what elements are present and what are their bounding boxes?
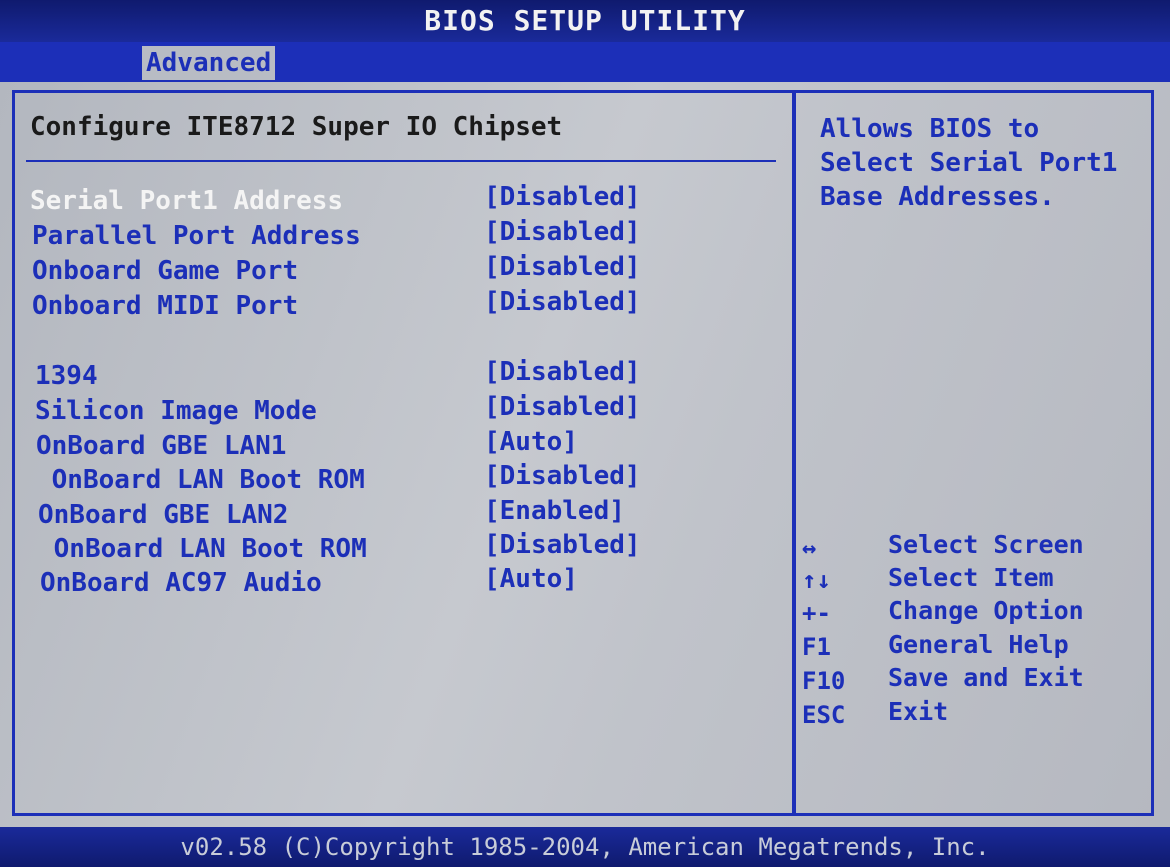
setting-value-onboard-lan2-boot-rom[interactable]: [Disabled] [484,530,641,560]
key-desc-select-item: Select Item [888,563,1054,592]
setting-value-serial-port1-address[interactable]: [Disabled] [484,182,641,212]
panel-divider [792,92,796,814]
key-desc-save-and-exit: Save and Exit [888,663,1084,692]
setting-value-1394[interactable]: [Disabled] [484,357,641,387]
plus-minus-key: +- [802,599,831,627]
f1-key: F1 [802,633,831,661]
section-divider [26,160,776,162]
help-text: Allows BIOS to Select Serial Port1 Base … [820,114,1118,212]
setting-onboard-game-port[interactable]: Onboard Game Port [32,256,298,286]
setting-1394[interactable]: 1394 [35,361,98,391]
setting-onboard-midi-port[interactable]: Onboard MIDI Port [32,291,298,321]
up-down-arrow-icon: ↑↓ [802,566,831,594]
setting-onboard-ac97-audio[interactable]: OnBoard AC97 Audio [40,568,322,598]
setting-value-silicon-image-mode[interactable]: [Disabled] [484,392,641,422]
key-desc-general-help: General Help [888,630,1069,659]
setting-parallel-port-address[interactable]: Parallel Port Address [32,221,361,251]
f10-key: F10 [802,667,846,695]
section-title: Configure ITE8712 Super IO Chipset [30,112,563,142]
setting-silicon-image-mode[interactable]: Silicon Image Mode [35,396,317,426]
setting-value-onboard-gbe-lan1[interactable]: [Auto] [484,427,578,457]
setting-serial-port1-address[interactable]: Serial Port1 Address [30,186,343,216]
setting-value-parallel-port-address[interactable]: [Disabled] [484,217,641,247]
setting-onboard-gbe-lan2[interactable]: OnBoard GBE LAN2 [38,500,288,530]
tab-advanced[interactable]: Advanced [142,46,276,80]
left-right-arrow-icon: ↔ [802,534,817,562]
bios-screen: BIOS SETUP UTILITY Advanced Configure IT… [0,0,1170,867]
key-desc-change-option: Change Option [888,596,1084,625]
setting-onboard-lan2-boot-rom[interactable]: OnBoard LAN Boot ROM [38,534,367,564]
setting-value-onboard-gbe-lan2[interactable]: [Enabled] [484,496,625,526]
setting-onboard-gbe-lan1[interactable]: OnBoard GBE LAN1 [36,431,286,461]
setting-value-onboard-ac97-audio[interactable]: [Auto] [484,564,578,594]
setting-value-onboard-lan1-boot-rom[interactable]: [Disabled] [484,461,641,491]
setting-value-onboard-game-port[interactable]: [Disabled] [484,252,641,282]
window-title: BIOS SETUP UTILITY [0,0,1170,42]
esc-key: ESC [802,701,846,729]
key-desc-exit: Exit [888,697,949,726]
tab-strip: Advanced [0,42,1170,82]
key-desc-select-screen: Select Screen [888,530,1084,559]
setting-value-onboard-midi-port[interactable]: [Disabled] [484,287,641,317]
footer-copyright: v02.58 (C)Copyright 1985-2004, American … [0,827,1170,867]
setting-onboard-lan1-boot-rom[interactable]: OnBoard LAN Boot ROM [36,465,365,495]
